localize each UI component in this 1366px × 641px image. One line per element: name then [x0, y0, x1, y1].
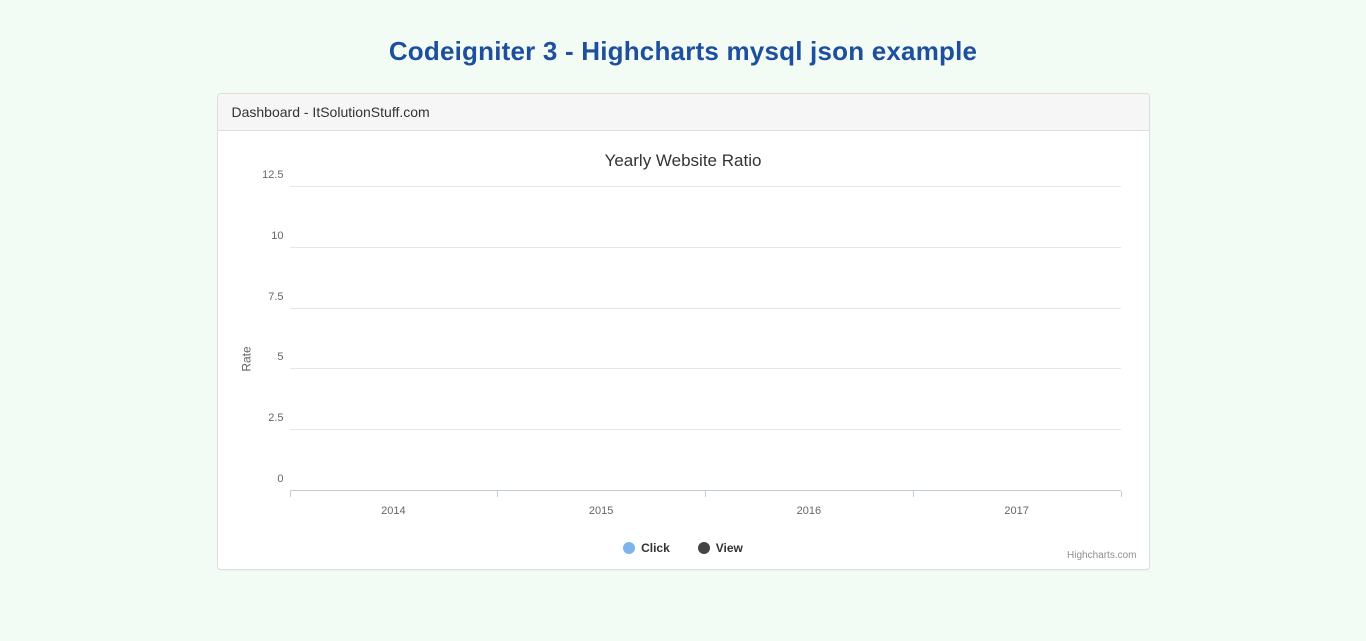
panel-heading: Dashboard - ItSolutionStuff.com — [218, 94, 1149, 131]
category-separator — [1121, 491, 1122, 497]
category-separator — [913, 491, 914, 497]
chart-credits-link[interactable]: Highcharts.com — [1067, 550, 1136, 561]
plot-area: 0 2.5 5 7.5 10 12.5 2014 — [290, 187, 1121, 491]
chart-legend: Click View — [218, 539, 1149, 569]
category-separator — [705, 491, 706, 497]
legend-item-click[interactable]: Click — [623, 541, 670, 555]
chart-container[interactable]: Rate 0 2.5 5 7.5 10 12.5 — [218, 179, 1149, 539]
x-tick-label: 2017 — [913, 505, 1121, 517]
category-separator — [290, 491, 291, 497]
gridline — [290, 247, 1121, 248]
gridline — [290, 308, 1121, 309]
legend-label: Click — [641, 541, 670, 555]
legend-item-view[interactable]: View — [698, 541, 743, 555]
y-tick: 2.5 — [254, 412, 284, 424]
y-axis-label: Rate — [239, 346, 253, 371]
y-tick: 10 — [254, 230, 284, 242]
x-tick-label: 2014 — [290, 505, 498, 517]
y-tick: 5 — [254, 351, 284, 363]
page-title: Codeigniter 3 - Highcharts mysql json ex… — [0, 0, 1366, 93]
legend-swatch-icon — [698, 542, 710, 554]
x-tick-label: 2016 — [705, 505, 913, 517]
category-separator — [497, 491, 498, 497]
chart-title: Yearly Website Ratio — [218, 131, 1149, 179]
panel-body: Yearly Website Ratio Rate 0 2.5 5 7.5 10… — [218, 131, 1149, 569]
legend-swatch-icon — [623, 542, 635, 554]
y-tick: 12.5 — [254, 169, 284, 181]
gridline — [290, 429, 1121, 430]
y-tick: 0 — [254, 473, 284, 485]
x-tick-label: 2015 — [497, 505, 705, 517]
gridline — [290, 186, 1121, 187]
y-tick: 7.5 — [254, 291, 284, 303]
dashboard-panel: Dashboard - ItSolutionStuff.com Yearly W… — [217, 93, 1150, 570]
gridline — [290, 368, 1121, 369]
legend-label: View — [716, 541, 743, 555]
